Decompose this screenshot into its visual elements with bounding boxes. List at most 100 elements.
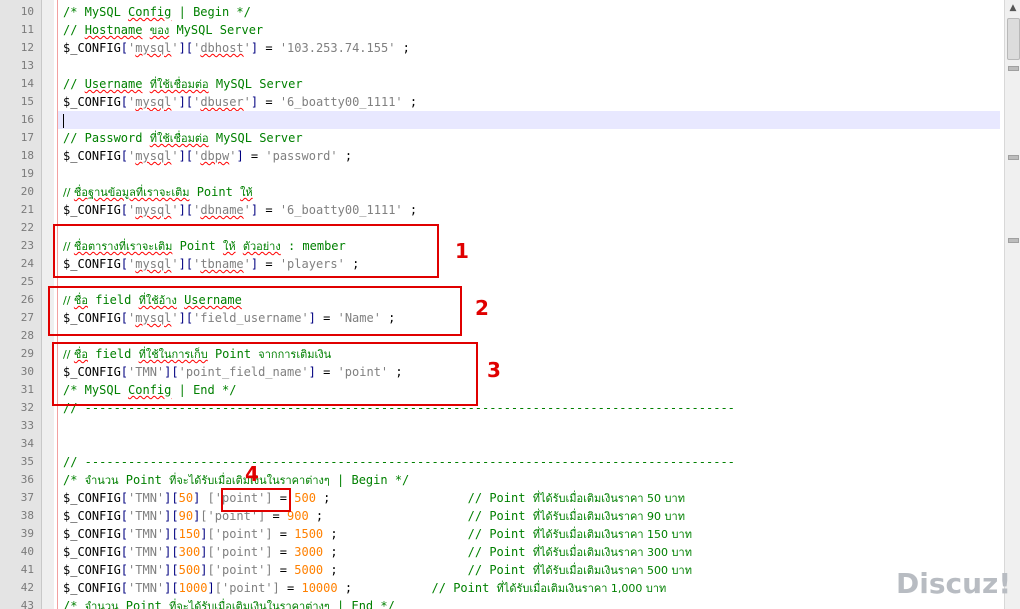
code-token: // Point: [467, 545, 533, 559]
code-token: 'TMN': [128, 581, 165, 595]
code-token: // Password: [63, 131, 150, 145]
code-token: $_CONFIG: [63, 95, 121, 109]
code-line[interactable]: $_CONFIG['mysql']['dbname'] = '6_boatty0…: [63, 201, 417, 219]
code-line[interactable]: $_CONFIG['TMN'][150]['point'] = 1500 ; /…: [63, 525, 692, 543]
line-number: 35: [20, 455, 34, 468]
line-number: 33: [20, 419, 34, 432]
annotation-label-1: 1: [455, 239, 469, 263]
line-number: 31: [20, 383, 34, 396]
line-number: 32: [20, 401, 34, 414]
line-number: 37: [20, 491, 34, 504]
code-token: $_CONFIG: [63, 563, 121, 577]
code-line[interactable]: [63, 111, 64, 129]
code-token: mysql: [135, 41, 172, 55]
code-token: ['point']: [214, 581, 280, 595]
code-token: ][: [178, 95, 194, 109]
line-number: 29: [20, 347, 34, 360]
code-token: 'TMN': [128, 563, 165, 577]
code-token: =: [258, 203, 280, 217]
code-token: =: [243, 149, 266, 163]
code-token: 'TMN': [128, 491, 165, 505]
line-number: 11: [20, 23, 34, 36]
code-token: =: [272, 545, 295, 559]
code-line[interactable]: $_CONFIG['TMN'][90]['point'] = 900 ; // …: [63, 507, 685, 525]
code-editor[interactable]: 10 11 12 13 14 15 16 17 18 19 20 21 22 23 24 25 26 27 28 29…: [0, 0, 1004, 609]
line-number: 13: [20, 59, 34, 72]
line-number: 28: [20, 329, 34, 342]
code-token: ][: [164, 563, 179, 577]
code-token: /* MySQL: [63, 5, 129, 19]
code-token: ': [243, 41, 251, 55]
code-token: mysql: [135, 149, 172, 163]
line-number: 10: [20, 5, 34, 18]
code-line[interactable]: $_CONFIG['TMN'][1000]['point'] = 10000 ;…: [63, 579, 666, 597]
code-token: =: [279, 581, 302, 595]
code-line[interactable]: $_CONFIG['mysql']['dbpw'] = 'password' ;: [63, 147, 352, 165]
code-line[interactable]: // -------------------------------------…: [63, 453, 735, 471]
code-token: ['point']: [207, 527, 273, 541]
code-line[interactable]: /* MySQL Config | Begin */: [63, 3, 251, 21]
code-token: Config: [128, 5, 172, 19]
code-token: ;: [315, 491, 468, 505]
code-token: dbhost: [200, 41, 244, 55]
code-token: mysql: [135, 95, 172, 109]
code-token: MySQL Server: [208, 77, 303, 91]
line-number: 30: [20, 365, 34, 378]
code-line[interactable]: /* จำนวน Point ที่จะได้รับเมื่อเติมเงินใ…: [63, 597, 395, 609]
vertical-scrollbar[interactable]: ▲: [1004, 0, 1020, 609]
code-token: 'password': [265, 149, 338, 163]
annotation-label-3: 3: [487, 358, 501, 382]
code-token: ['point']: [207, 563, 273, 577]
code-token: [: [120, 563, 129, 577]
line-number: 43: [20, 599, 34, 609]
line-number: 12: [20, 41, 34, 54]
code-line[interactable]: // Password ที่ใช้เชื่อมต่อ MySQL Server: [63, 129, 303, 147]
code-token: 5000: [294, 563, 324, 577]
code-line[interactable]: $_CONFIG['mysql']['dbuser'] = '6_boatty0…: [63, 93, 417, 111]
code-token: $_CONFIG: [63, 509, 121, 523]
line-number: 26: [20, 293, 34, 306]
scrollbar-thumb[interactable]: [1007, 18, 1020, 60]
code-line[interactable]: $_CONFIG['mysql']['dbhost'] = '103.253.7…: [63, 39, 410, 57]
code-token: ['point']: [207, 545, 273, 559]
annotation-label-2: 2: [475, 296, 489, 320]
code-token: ]: [200, 527, 208, 541]
code-token: | End */: [329, 599, 395, 609]
highlight-box-4: [221, 488, 291, 512]
line-number: 25: [20, 275, 34, 288]
code-token: ]: [236, 149, 244, 163]
code-line[interactable]: /* จำนวน Point ที่จะได้รับเมื่อเติมเงินใ…: [63, 471, 409, 489]
code-token: ;: [323, 527, 468, 541]
code-token: ที่จะได้รับเมื่อเติมเงินในราคาต่างๆ: [169, 600, 330, 609]
code-token: 150: [178, 527, 201, 541]
code-token: 'TMN': [128, 527, 165, 541]
code-token: ;: [402, 95, 418, 109]
highlight-box-1: [53, 224, 439, 278]
line-number: 36: [20, 473, 34, 486]
code-token: 3000: [294, 545, 324, 559]
discuz-watermark: Discuz!: [896, 567, 1012, 600]
line-number: 40: [20, 545, 34, 558]
scroll-up-arrow-icon[interactable]: ▲: [1005, 0, 1020, 16]
code-token: dbuser: [200, 95, 244, 109]
code-token: =: [258, 95, 280, 109]
code-line[interactable]: $_CONFIG['TMN'][300]['point'] = 3000 ; /…: [63, 543, 692, 561]
code-token: ;: [323, 545, 468, 559]
code-line[interactable]: // ชื่อฐานข้อมูลที่เราจะเติม Point ให้: [63, 183, 253, 201]
code-line[interactable]: $_CONFIG['TMN'][50] ['point'] = 500 ; //…: [63, 489, 685, 507]
code-token: ที่ได้รับเมื่อเติมเงินราคา 50 บาท: [532, 492, 685, 505]
code-token: 'TMN': [128, 509, 165, 523]
code-token: 50: [178, 491, 194, 505]
code-line[interactable]: // Username ที่ใช้เชื่อมต่อ MySQL Server: [63, 75, 303, 93]
code-token: ': [171, 95, 179, 109]
code-token: ที่ได้รับเมื่อเติมเงินราคา 500 บาท: [532, 564, 692, 577]
code-line[interactable]: $_CONFIG['TMN'][500]['point'] = 5000 ; /…: [63, 561, 692, 579]
code-token: dbpw: [200, 149, 230, 163]
code-line[interactable]: // Hostname ของ MySQL Server: [63, 21, 263, 39]
line-number: 39: [20, 527, 34, 540]
code-token: [: [120, 545, 129, 559]
code-token: | Begin */: [171, 5, 251, 19]
code-token: ][: [164, 527, 179, 541]
